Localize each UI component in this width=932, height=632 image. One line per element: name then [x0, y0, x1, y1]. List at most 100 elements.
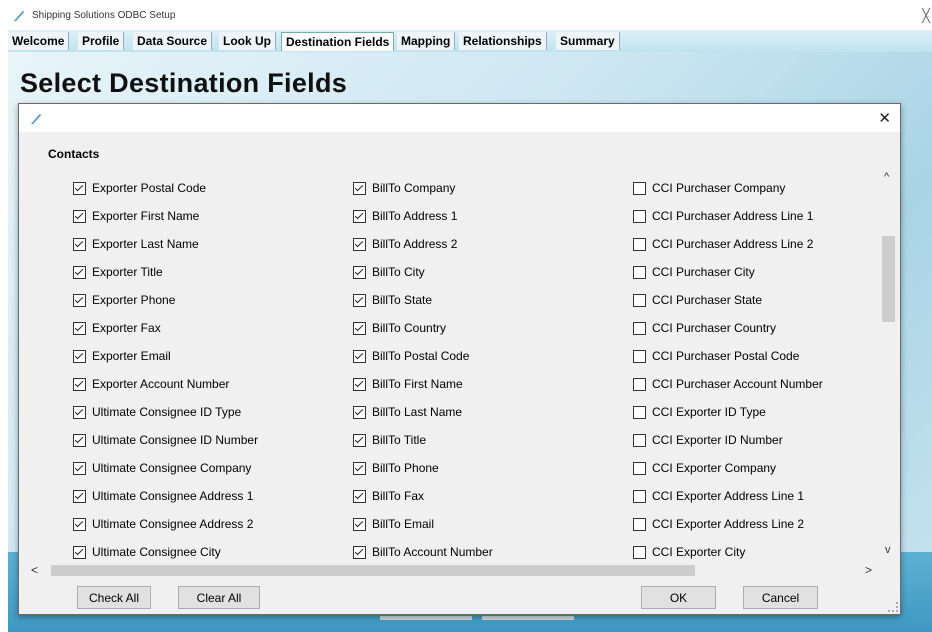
checkbox-checked[interactable]: [73, 378, 86, 391]
tab-summary[interactable]: Summary: [556, 32, 620, 50]
checkbox-unchecked[interactable]: [633, 434, 646, 447]
checkbox-checked[interactable]: [353, 210, 366, 223]
field-checkbox-row[interactable]: Ultimate Consignee ID Type: [73, 405, 258, 433]
checkbox-checked[interactable]: [73, 266, 86, 279]
field-checkbox-row[interactable]: Ultimate Consignee Address 1: [73, 489, 258, 517]
field-checkbox-row[interactable]: Exporter Account Number: [73, 377, 258, 405]
checkbox-checked[interactable]: [353, 350, 366, 363]
scroll-down-icon[interactable]: v: [885, 544, 891, 556]
checkbox-checked[interactable]: [73, 434, 86, 447]
checkbox-unchecked[interactable]: [633, 294, 646, 307]
field-checkbox-row[interactable]: BillTo Title: [353, 433, 493, 461]
wizard-back-button[interactable]: [380, 616, 472, 620]
field-checkbox-row[interactable]: Exporter Last Name: [73, 237, 258, 265]
field-checkbox-row[interactable]: CCI Purchaser State: [633, 293, 823, 321]
checkbox-checked[interactable]: [353, 294, 366, 307]
field-checkbox-row[interactable]: CCI Exporter Address Line 1: [633, 489, 823, 517]
checkbox-unchecked[interactable]: [633, 518, 646, 531]
checkbox-unchecked[interactable]: [633, 238, 646, 251]
checkbox-unchecked[interactable]: [633, 490, 646, 503]
ok-button[interactable]: OK: [641, 586, 716, 609]
field-checkbox-row[interactable]: BillTo Postal Code: [353, 349, 493, 377]
tab-relationships[interactable]: Relationships: [459, 32, 547, 50]
checkbox-checked[interactable]: [73, 518, 86, 531]
field-checkbox-row[interactable]: CCI Exporter ID Type: [633, 405, 823, 433]
checkbox-unchecked[interactable]: [633, 322, 646, 335]
field-checkbox-row[interactable]: BillTo First Name: [353, 377, 493, 405]
checkbox-unchecked[interactable]: [633, 546, 646, 559]
field-checkbox-row[interactable]: BillTo Last Name: [353, 405, 493, 433]
field-checkbox-row[interactable]: CCI Exporter Company: [633, 461, 823, 489]
tab-profile[interactable]: Profile: [78, 32, 125, 50]
checkbox-checked[interactable]: [73, 406, 86, 419]
checkbox-checked[interactable]: [353, 462, 366, 475]
window-close-icon[interactable]: ╳: [922, 8, 930, 24]
tab-look-up[interactable]: Look Up: [219, 32, 276, 50]
horizontal-scrollbar[interactable]: < >: [27, 562, 881, 579]
tab-welcome[interactable]: Welcome: [8, 32, 70, 50]
field-checkbox-row[interactable]: CCI Exporter ID Number: [633, 433, 823, 461]
scroll-left-icon[interactable]: <: [31, 563, 38, 577]
tab-mapping[interactable]: Mapping: [397, 32, 456, 50]
field-checkbox-row[interactable]: CCI Purchaser City: [633, 265, 823, 293]
scroll-right-icon[interactable]: >: [865, 563, 872, 577]
checkbox-checked[interactable]: [73, 490, 86, 503]
checkbox-unchecked[interactable]: [633, 462, 646, 475]
vertical-scrollbar[interactable]: ^ v: [881, 163, 898, 557]
checkbox-checked[interactable]: [73, 350, 86, 363]
checkbox-checked[interactable]: [73, 294, 86, 307]
checkbox-checked[interactable]: [353, 518, 366, 531]
field-checkbox-row[interactable]: BillTo Address 1: [353, 209, 493, 237]
horizontal-scroll-thumb[interactable]: [51, 565, 695, 576]
field-checkbox-row[interactable]: CCI Purchaser Country: [633, 321, 823, 349]
checkbox-checked[interactable]: [353, 378, 366, 391]
checkbox-checked[interactable]: [353, 266, 366, 279]
checkbox-unchecked[interactable]: [633, 266, 646, 279]
clear-all-button[interactable]: Clear All: [178, 586, 260, 609]
vertical-scroll-thumb[interactable]: [882, 236, 895, 322]
checkbox-checked[interactable]: [353, 238, 366, 251]
checkbox-checked[interactable]: [353, 546, 366, 559]
field-checkbox-row[interactable]: Exporter Fax: [73, 321, 258, 349]
field-checkbox-row[interactable]: Exporter First Name: [73, 209, 258, 237]
field-checkbox-row[interactable]: BillTo Phone: [353, 461, 493, 489]
checkbox-checked[interactable]: [353, 182, 366, 195]
field-checkbox-row[interactable]: Exporter Postal Code: [73, 181, 258, 209]
field-checkbox-row[interactable]: BillTo City: [353, 265, 493, 293]
field-checkbox-row[interactable]: BillTo Country: [353, 321, 493, 349]
checkbox-checked[interactable]: [73, 210, 86, 223]
dialog-close-icon[interactable]: ✕: [878, 109, 891, 127]
check-all-button[interactable]: Check All: [77, 586, 151, 609]
checkbox-unchecked[interactable]: [633, 182, 646, 195]
resize-grip[interactable]: [888, 602, 898, 612]
field-checkbox-row[interactable]: Ultimate Consignee Address 2: [73, 517, 258, 545]
field-checkbox-row[interactable]: Ultimate Consignee ID Number: [73, 433, 258, 461]
tab-data-source[interactable]: Data Source: [133, 32, 213, 50]
field-checkbox-row[interactable]: CCI Exporter Address Line 2: [633, 517, 823, 545]
checkbox-unchecked[interactable]: [633, 350, 646, 363]
field-checkbox-row[interactable]: CCI Purchaser Postal Code: [633, 349, 823, 377]
field-checkbox-row[interactable]: Exporter Email: [73, 349, 258, 377]
checkbox-unchecked[interactable]: [633, 378, 646, 391]
wizard-next-button[interactable]: [482, 616, 574, 620]
checkbox-checked[interactable]: [353, 322, 366, 335]
checkbox-checked[interactable]: [353, 490, 366, 503]
checkbox-checked[interactable]: [73, 238, 86, 251]
field-checkbox-row[interactable]: BillTo Fax: [353, 489, 493, 517]
checkbox-checked[interactable]: [73, 546, 86, 559]
field-checkbox-row[interactable]: CCI Purchaser Address Line 1: [633, 209, 823, 237]
field-checkbox-row[interactable]: BillTo State: [353, 293, 493, 321]
field-checkbox-row[interactable]: CCI Purchaser Address Line 2: [633, 237, 823, 265]
field-checkbox-row[interactable]: Exporter Phone: [73, 293, 258, 321]
checkbox-unchecked[interactable]: [633, 406, 646, 419]
field-checkbox-row[interactable]: BillTo Email: [353, 517, 493, 545]
cancel-button[interactable]: Cancel: [743, 586, 818, 609]
checkbox-checked[interactable]: [73, 322, 86, 335]
tab-destination-fields[interactable]: Destination Fields: [281, 32, 395, 51]
checkbox-checked[interactable]: [353, 406, 366, 419]
field-checkbox-row[interactable]: BillTo Address 2: [353, 237, 493, 265]
field-checkbox-row[interactable]: Ultimate Consignee Company: [73, 461, 258, 489]
scroll-up-icon[interactable]: ^: [884, 171, 889, 183]
field-checkbox-row[interactable]: CCI Purchaser Account Number: [633, 377, 823, 405]
checkbox-checked[interactable]: [353, 434, 366, 447]
